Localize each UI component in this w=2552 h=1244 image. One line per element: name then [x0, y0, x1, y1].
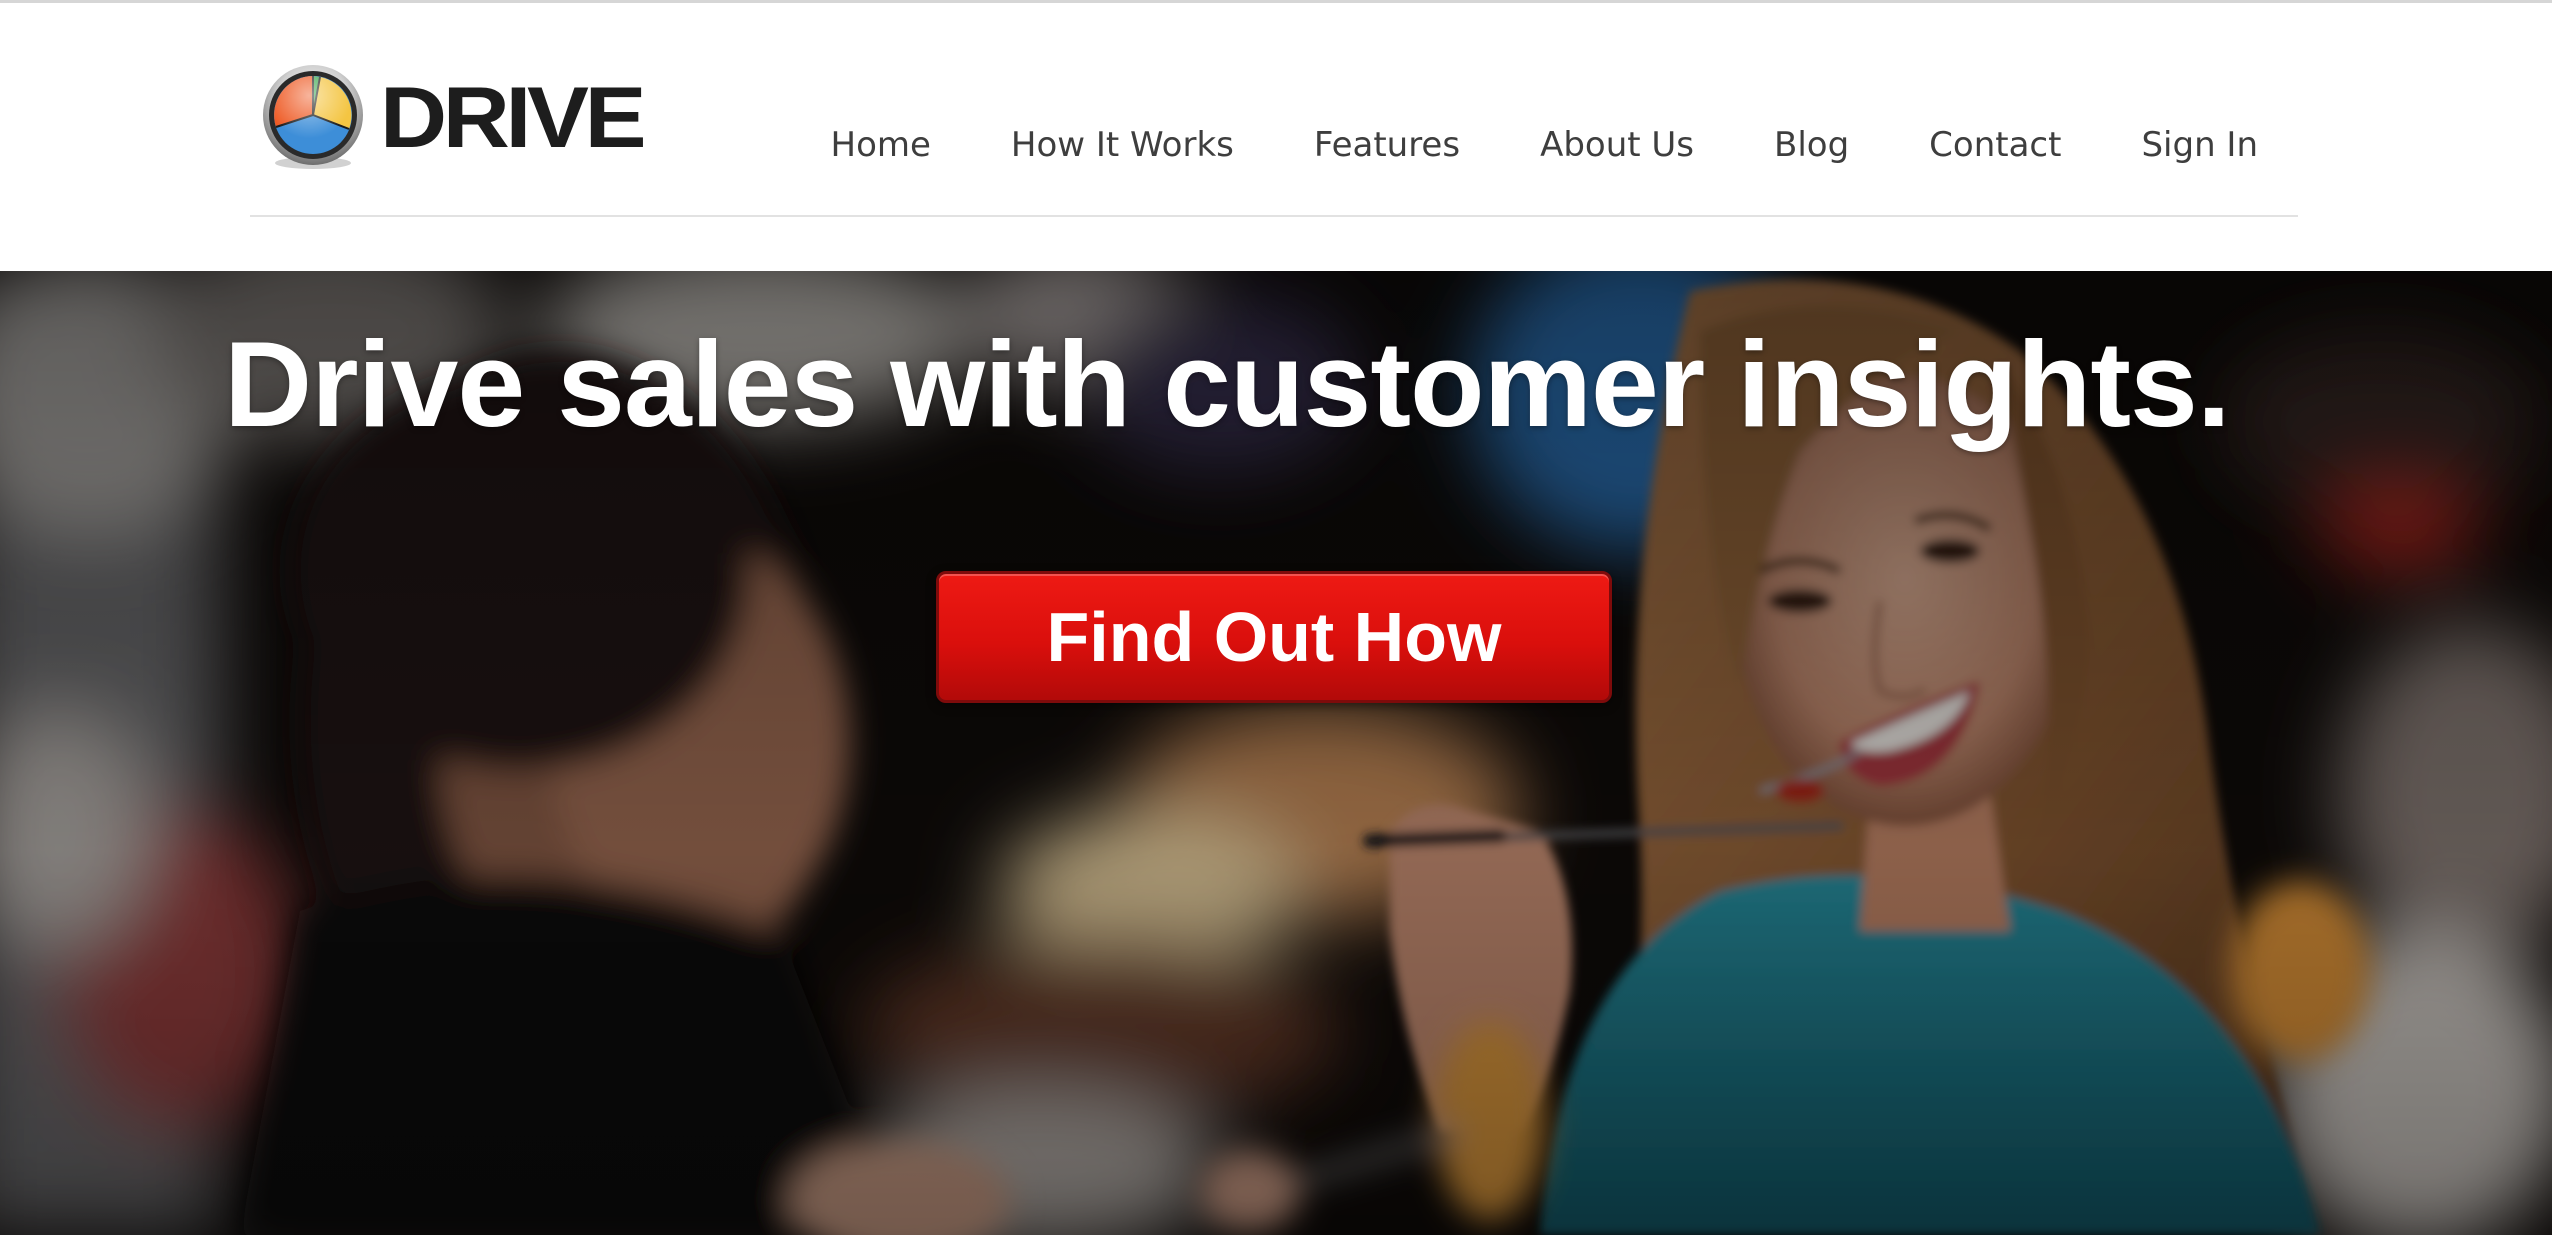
hero-banner: Drive sales with customer insights. Find…	[0, 271, 2552, 1235]
hero-headline: Drive sales with customer insights.	[224, 316, 2231, 452]
pie-chart-logo-icon	[263, 65, 363, 169]
header-divider	[250, 215, 2298, 217]
nav-blog[interactable]: Blog	[1734, 119, 1889, 171]
nav-sign-in[interactable]: Sign In	[2101, 119, 2258, 171]
main-nav: Home How It Works Features About Us Blog…	[791, 119, 2259, 171]
page: DRIVE Home How It Works Features About U…	[0, 0, 2552, 1244]
brand-name: DRIVE	[380, 70, 647, 166]
nav-contact[interactable]: Contact	[1889, 119, 2101, 171]
site-header: DRIVE Home How It Works Features About U…	[0, 3, 2552, 271]
nav-about-us[interactable]: About Us	[1500, 119, 1734, 171]
nav-home[interactable]: Home	[791, 119, 971, 171]
brand-logo[interactable]: DRIVE	[258, 59, 647, 177]
page-bottom	[0, 1235, 2552, 1244]
nav-features[interactable]: Features	[1274, 119, 1500, 171]
nav-how-it-works[interactable]: How It Works	[971, 119, 1274, 171]
find-out-how-button[interactable]: Find Out How	[936, 571, 1612, 703]
